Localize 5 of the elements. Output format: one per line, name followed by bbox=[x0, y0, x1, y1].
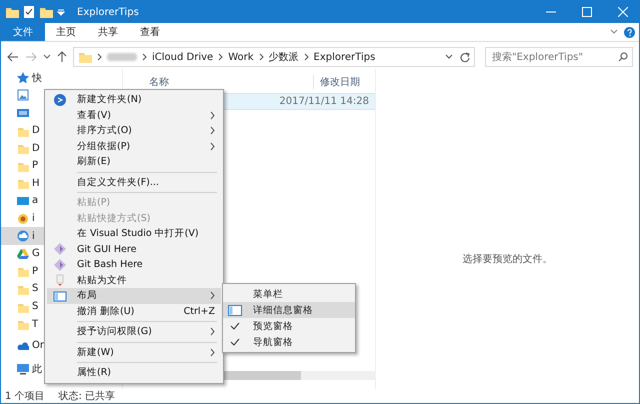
date-cell: 2017/11/11 14:28 bbox=[279, 96, 369, 107]
item-count: 1 个项目 bbox=[5, 390, 45, 403]
window-title: ExplorerTips bbox=[77, 6, 139, 18]
share-status: 状态: 已共享 bbox=[58, 390, 116, 403]
preview-message: 选择要预览的文件。 bbox=[462, 252, 552, 266]
